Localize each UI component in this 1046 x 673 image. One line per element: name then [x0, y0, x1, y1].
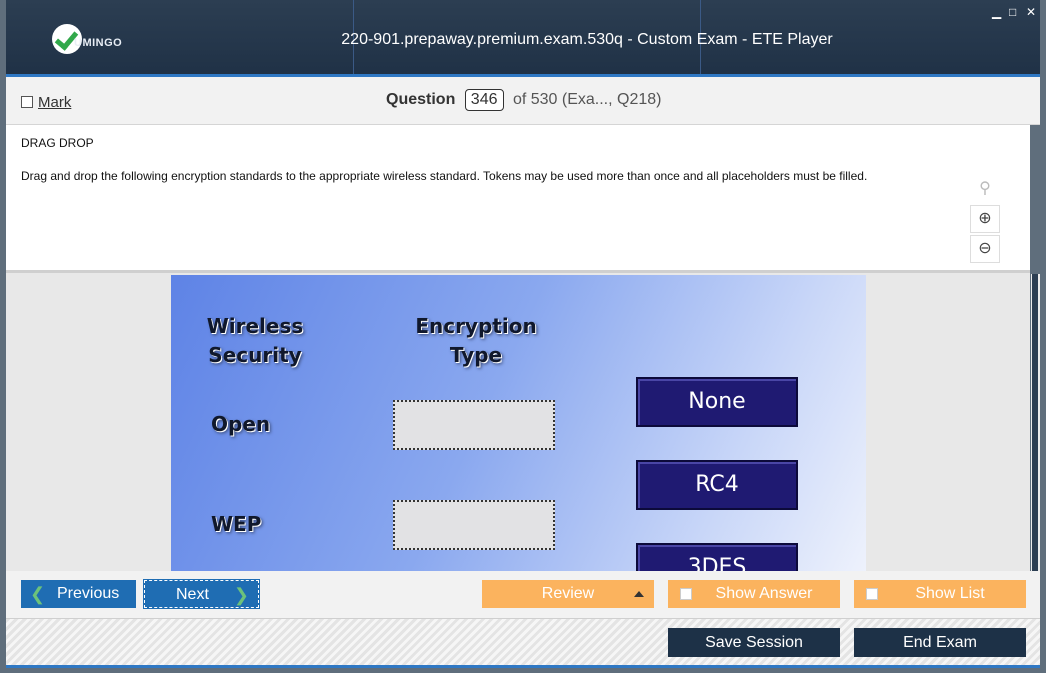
triangle-up-icon[interactable]	[634, 591, 644, 597]
question-type: DRAG DROP	[21, 136, 94, 150]
question-text: Drag and drop the following encryption s…	[21, 169, 868, 183]
bottom-accent-line	[6, 665, 1040, 668]
mark-checkbox[interactable]: Mark	[21, 94, 71, 111]
zoom-tools: ⚲ ⊕ ⊖	[970, 175, 1000, 265]
exhibit-heading-encryption: Encryption Type	[415, 314, 537, 367]
drop-target-wep[interactable]	[393, 500, 555, 550]
question-label: Question	[386, 91, 456, 108]
exhibit-heading-wireless: Wireless Security	[206, 314, 304, 367]
vertical-scrollbar[interactable]	[1031, 274, 1040, 571]
title-bar: UMINGO 220-901.prepaway.premium.exam.530…	[6, 0, 1040, 76]
previous-label: Previous	[57, 585, 120, 602]
end-exam-button[interactable]: End Exam	[854, 628, 1026, 657]
checkbox-icon[interactable]	[680, 588, 692, 600]
previous-button[interactable]: ❮ Previous	[21, 580, 136, 608]
chevron-right-icon: ❯	[233, 585, 249, 605]
save-session-button[interactable]: Save Session	[668, 628, 840, 657]
zoom-in-icon[interactable]: ⊕	[970, 205, 1000, 233]
bottom-bar: Save Session End Exam	[6, 618, 1040, 666]
scrollbar-thumb[interactable]	[1032, 274, 1038, 571]
show-answer-button[interactable]: Show Answer	[668, 580, 840, 608]
chevron-left-icon: ❮	[30, 584, 46, 604]
window-title: 220-901.prepaway.premium.exam.530q - Cus…	[341, 31, 833, 48]
app-window: UMINGO 220-901.prepaway.premium.exam.530…	[0, 0, 1046, 673]
drag-token-rc4[interactable]: RC4	[636, 460, 798, 510]
review-label: Review	[541, 585, 595, 602]
question-panel: DRAG DROP Drag and drop the following en…	[6, 125, 1030, 270]
question-total: of 530 (Exa..., Q218)	[512, 91, 662, 108]
row-label-open: Open	[211, 412, 271, 436]
minimize-icon[interactable]: ▁	[992, 6, 1001, 18]
next-label: Next	[176, 586, 209, 603]
exhibit-image: Wireless Security Encryption Type Open W…	[171, 275, 866, 573]
show-list-label: Show List	[915, 585, 985, 602]
drop-target-open[interactable]	[393, 400, 555, 450]
question-bar: Mark Question 346 of 530 (Exa..., Q218)	[6, 77, 1040, 125]
checkbox-icon[interactable]	[21, 96, 33, 108]
maximize-icon[interactable]: □	[1009, 6, 1016, 18]
zoom-out-icon[interactable]: ⊖	[970, 235, 1000, 263]
next-button[interactable]: Next ❯	[143, 579, 260, 609]
exhibit-area: Wireless Security Encryption Type Open W…	[6, 270, 1030, 573]
question-number-input[interactable]: 346	[464, 89, 504, 111]
mark-label[interactable]: Mark	[38, 94, 71, 111]
drag-token-3des[interactable]: 3DES	[636, 543, 798, 573]
checkbox-icon[interactable]	[866, 588, 878, 600]
question-counter: Question 346 of 530 (Exa..., Q218)	[386, 89, 661, 111]
close-icon[interactable]: ✕	[1026, 6, 1036, 18]
show-answer-label: Show Answer	[715, 585, 813, 602]
show-list-button[interactable]: Show List	[854, 580, 1026, 608]
magnifier-icon[interactable]: ⚲	[970, 175, 1000, 203]
row-label-wep: WEP	[211, 512, 262, 536]
review-button[interactable]: Review	[482, 580, 654, 608]
drag-token-none[interactable]: None	[636, 377, 798, 427]
navigation-bar: ❮ Previous Next ❯ Review Show Answer Sho…	[6, 571, 1040, 618]
